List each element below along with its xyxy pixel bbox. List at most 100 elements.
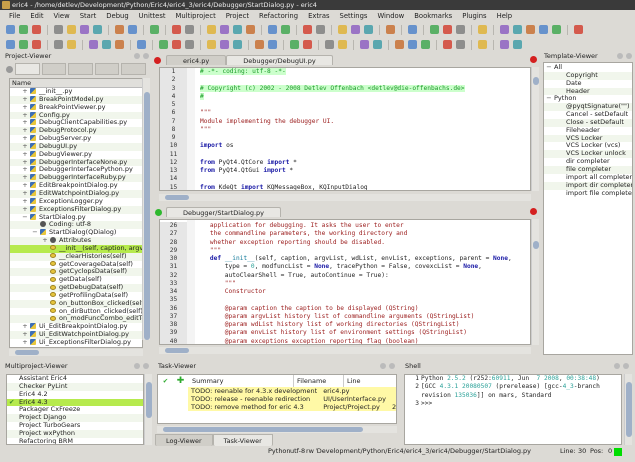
expander-icon[interactable]: + bbox=[22, 339, 28, 347]
multiproject-item[interactable]: Checker PyLint bbox=[7, 383, 143, 391]
step-back-icon[interactable] bbox=[233, 40, 242, 49]
stop-icon[interactable] bbox=[268, 40, 277, 49]
expander-icon[interactable]: + bbox=[22, 143, 28, 151]
python-icon[interactable] bbox=[290, 40, 299, 49]
bug-icon[interactable] bbox=[395, 40, 404, 49]
next-icon[interactable] bbox=[185, 40, 194, 49]
redo-icon[interactable] bbox=[185, 25, 194, 34]
menu-settings[interactable]: Settings bbox=[335, 10, 373, 22]
menu-help[interactable]: Help bbox=[492, 10, 518, 22]
check-icon[interactable]: ✔ bbox=[158, 375, 173, 387]
editor-tab[interactable]: eric4.py bbox=[166, 55, 226, 65]
undo-icon[interactable] bbox=[172, 25, 181, 34]
save-as-icon[interactable] bbox=[67, 25, 76, 34]
expander-icon[interactable]: + bbox=[22, 323, 28, 331]
uncomment-icon[interactable] bbox=[316, 25, 325, 34]
expander-icon[interactable]: + bbox=[22, 331, 28, 339]
close-icon[interactable] bbox=[143, 363, 149, 369]
tree-item[interactable]: +ExceptionsFilterDialog.py bbox=[10, 206, 142, 214]
template-item[interactable]: VCS Locker (vcs) bbox=[544, 142, 632, 150]
search-icon[interactable] bbox=[338, 25, 347, 34]
profile-icon[interactable] bbox=[325, 40, 334, 49]
zoom-reset-icon[interactable] bbox=[115, 40, 124, 49]
indent-icon[interactable] bbox=[268, 25, 277, 34]
template-item[interactable]: dir completer bbox=[544, 158, 632, 166]
tree-item[interactable]: on_buttonBox_clicked(self, b bbox=[10, 300, 142, 308]
tree-item[interactable]: __clearHistories(self) bbox=[10, 253, 142, 261]
multiproject-scrollbar[interactable] bbox=[144, 374, 152, 445]
close-icon[interactable] bbox=[626, 53, 632, 59]
tree-item[interactable]: +EditBreakpointDialog.py bbox=[10, 182, 142, 190]
reload-icon[interactable] bbox=[255, 40, 264, 49]
template-group[interactable]: −Python bbox=[544, 95, 632, 103]
new-project-icon[interactable] bbox=[6, 40, 15, 49]
tab-interfaces[interactable] bbox=[95, 63, 120, 75]
debug-icon[interactable] bbox=[303, 40, 312, 49]
template-item[interactable]: file completer bbox=[544, 166, 632, 174]
multiproject-item[interactable]: Project TurboGears bbox=[7, 422, 143, 430]
menu-refactoring[interactable]: Refactoring bbox=[254, 10, 303, 22]
menu-window[interactable]: Window bbox=[372, 10, 409, 22]
plugin-repo-icon[interactable] bbox=[478, 25, 487, 34]
bookmark-icon[interactable] bbox=[386, 25, 395, 34]
tree-item[interactable]: +DebuggerInterfaceRuby.py bbox=[10, 174, 142, 182]
menu-unittest[interactable]: Unittest bbox=[134, 10, 171, 22]
search-next-icon[interactable] bbox=[351, 25, 360, 34]
cut-icon[interactable] bbox=[207, 25, 216, 34]
column-filename[interactable]: Filename bbox=[293, 375, 343, 387]
tree-item[interactable]: getCoverageData(self) bbox=[10, 261, 142, 269]
expander-icon[interactable]: + bbox=[22, 127, 28, 135]
copy-icon[interactable] bbox=[220, 25, 229, 34]
editor-hscrollbar[interactable] bbox=[159, 347, 531, 354]
menu-file[interactable]: File bbox=[4, 10, 25, 22]
template-item[interactable]: Date bbox=[544, 80, 632, 88]
close-icon[interactable] bbox=[623, 363, 629, 369]
expander-icon[interactable]: + bbox=[22, 190, 28, 198]
float-icon[interactable] bbox=[134, 363, 140, 369]
tree-item[interactable]: −StartDialog(QDialog) bbox=[10, 229, 142, 237]
tree-item[interactable]: +ExceptionLogger.py bbox=[10, 198, 142, 206]
expander-icon[interactable]: + bbox=[22, 112, 28, 120]
unit-icon[interactable] bbox=[443, 40, 452, 49]
menu-project[interactable]: Project bbox=[221, 10, 254, 22]
expander-icon[interactable]: + bbox=[42, 237, 48, 245]
expander-icon[interactable]: + bbox=[22, 96, 28, 104]
eye-icon[interactable] bbox=[421, 40, 430, 49]
template-item[interactable]: Fileheader bbox=[544, 127, 632, 135]
task-hscrollbar[interactable] bbox=[157, 426, 397, 433]
fold-margin[interactable] bbox=[187, 68, 195, 191]
expander-icon[interactable]: + bbox=[22, 88, 28, 96]
open-project-icon[interactable] bbox=[19, 40, 28, 49]
tree-item[interactable]: +DebugUI.py bbox=[10, 143, 142, 151]
unindent-icon[interactable] bbox=[281, 25, 290, 34]
calc-icon[interactable] bbox=[456, 40, 465, 49]
close-editor-icon[interactable] bbox=[530, 208, 537, 215]
edit2-icon[interactable] bbox=[526, 25, 535, 34]
menu-edit[interactable]: Edit bbox=[25, 10, 48, 22]
pen-icon[interactable] bbox=[539, 25, 548, 34]
edit-icon[interactable] bbox=[513, 25, 522, 34]
tree-item[interactable]: +DebugServer.py bbox=[10, 135, 142, 143]
float-icon[interactable] bbox=[614, 363, 620, 369]
project-tree-scrollbar[interactable] bbox=[142, 78, 150, 340]
expander-icon[interactable]: + bbox=[22, 198, 28, 206]
shell-scrollbar[interactable] bbox=[624, 374, 632, 445]
tree-item[interactable]: +DebuggerInterfaceNone.py bbox=[10, 159, 142, 167]
expander-icon[interactable]: + bbox=[22, 166, 28, 174]
fold-margin[interactable] bbox=[187, 220, 195, 345]
task-row[interactable]: TODO: release - reenable redirectionUI/U… bbox=[188, 395, 397, 403]
save-all-icon[interactable] bbox=[80, 25, 89, 34]
tree-item[interactable]: +DebugProtocol.py bbox=[10, 127, 142, 135]
palette-icon[interactable] bbox=[513, 40, 522, 49]
tree-item[interactable]: +Ui_ExceptionsFilterDialog.py bbox=[10, 339, 142, 347]
expander-icon[interactable]: + bbox=[22, 206, 28, 214]
expander-icon[interactable]: + bbox=[22, 119, 28, 127]
add-task-icon[interactable]: ✚ bbox=[173, 375, 188, 387]
zoom-in-icon[interactable] bbox=[89, 40, 98, 49]
paste-icon[interactable] bbox=[233, 25, 242, 34]
tree-item[interactable]: +DebugViewer.py bbox=[10, 151, 142, 159]
tab-translations[interactable] bbox=[68, 63, 93, 75]
save-icon[interactable] bbox=[54, 25, 63, 34]
editor-tab[interactable]: Debugger/DebugUI.py bbox=[226, 55, 332, 65]
multiproject-item[interactable]: ✔Eric4 4.3 bbox=[7, 399, 143, 407]
